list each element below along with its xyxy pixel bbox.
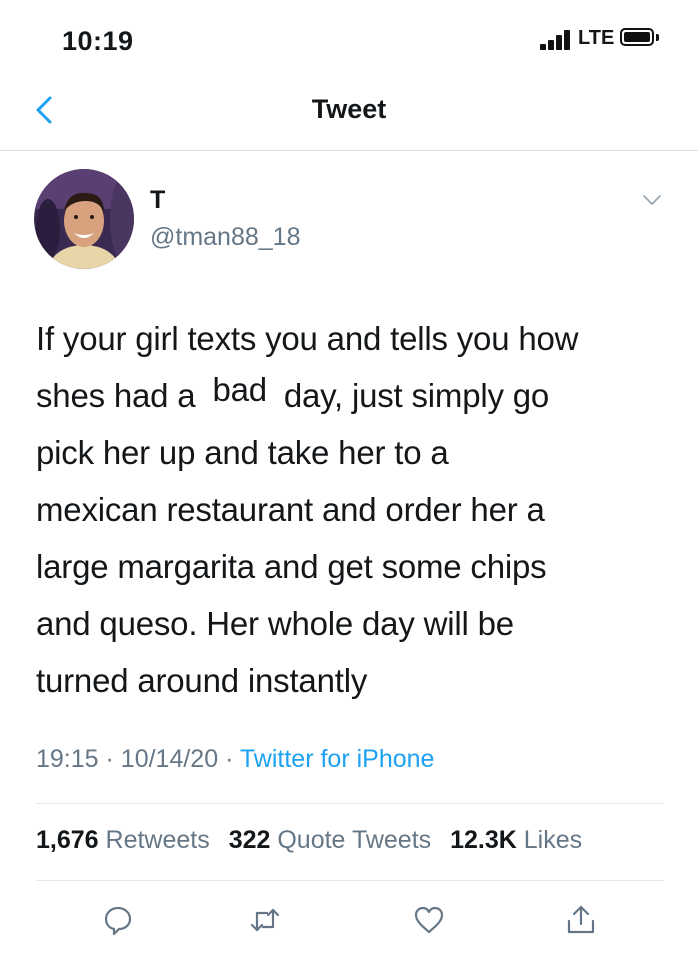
status-bar: 10:19 LTE (0, 0, 698, 80)
retweets-label: Retweets (105, 826, 210, 854)
more-options-button[interactable] (640, 190, 664, 210)
reply-button[interactable] (93, 895, 143, 945)
divider (36, 880, 664, 881)
battery-tip (656, 34, 659, 41)
like-button[interactable] (404, 895, 454, 945)
avatar-image (34, 169, 134, 269)
retweet-icon (250, 908, 280, 932)
share-icon (567, 905, 595, 934)
avatar[interactable] (34, 169, 134, 269)
share-button[interactable] (556, 895, 606, 945)
meta-separator: · (105, 745, 114, 773)
tweet-line: turned around instantly (36, 662, 368, 699)
tweet-time: 19:15 (36, 745, 99, 773)
tweet-line: mexican restaurant and order her a (36, 491, 545, 528)
heart-icon (414, 906, 444, 934)
signal-strength-icon (540, 30, 574, 50)
tweet-line: pick her up and take her to a (36, 434, 449, 471)
tweet-line: If your girl texts you and tells you how (36, 320, 579, 357)
author-display-name[interactable]: T (150, 186, 165, 215)
tweet-text-segment: shes had a (36, 377, 196, 414)
retweets-count: 1,676 (36, 826, 99, 854)
author-handle[interactable]: @tman88_18 (150, 223, 300, 252)
status-time: 10:19 (62, 26, 134, 56)
quote-tweets-label: Quote Tweets (277, 826, 432, 854)
tweet-text-segment: day, just simply go (283, 377, 550, 414)
network-type: LTE (578, 27, 615, 49)
reply-icon (104, 906, 132, 936)
tweet-line: and queso. Her whole day will be (36, 605, 514, 642)
tweet-line: large margarita and get some chips (36, 548, 547, 585)
chevron-down-icon (643, 195, 661, 205)
likes-stat[interactable]: 12.3K Likes (450, 826, 582, 854)
tweet-date: 10/14/20 (120, 745, 219, 773)
tweet-text: If your girl texts you and tells you how… (36, 310, 676, 709)
tweet-actions (0, 895, 698, 945)
nav-bar: Tweet (0, 80, 698, 151)
highlighted-word: bad (204, 371, 275, 408)
tweet-meta: 19:15 · 10/14/20 · Twitter for iPhone (36, 745, 434, 774)
divider (36, 803, 664, 804)
retweets-stat[interactable]: 1,676 Retweets (36, 826, 210, 854)
tweet-stats: 1,676 Retweets 322 Quote Tweets 12.3K Li… (36, 826, 594, 855)
quote-tweets-count: 322 (228, 826, 271, 854)
battery-icon (620, 28, 654, 46)
page-title: Tweet (311, 94, 387, 124)
likes-label: Likes (523, 826, 583, 854)
meta-separator: · (225, 745, 234, 773)
tweet-source-link[interactable]: Twitter for iPhone (240, 745, 435, 773)
retweet-button[interactable] (240, 895, 290, 945)
likes-count: 12.3K (450, 826, 517, 854)
tweet-line: shes had a bad day, just simply go (36, 367, 676, 424)
quote-tweets-stat[interactable]: 322 Quote Tweets (229, 826, 431, 854)
